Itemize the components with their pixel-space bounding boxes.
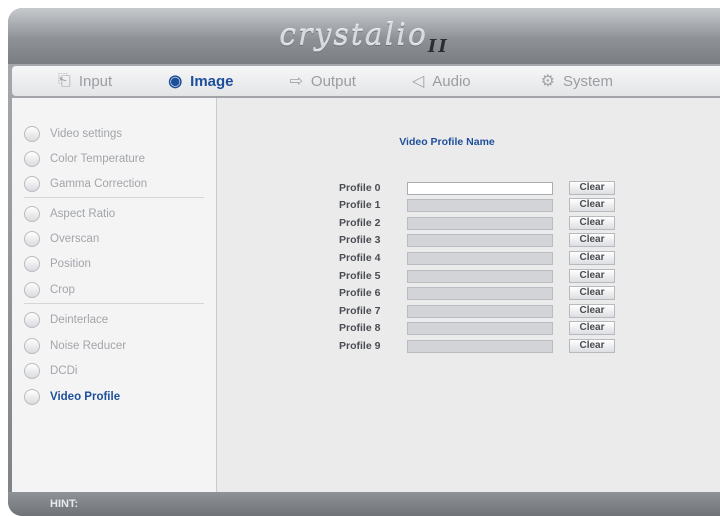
tab-audio-label: Audio (432, 72, 471, 90)
profile-row: Profile 0 Clear (339, 181, 615, 195)
profile-name-input[interactable] (407, 216, 553, 230)
sidebar-item-noise-reducer[interactable]: Noise Reducer (24, 338, 126, 354)
eye-icon: ◉ (168, 73, 183, 90)
sidebar-item-label: Position (50, 258, 91, 270)
sidebar-item-crop[interactable]: Crop (24, 282, 75, 298)
clear-button[interactable]: Clear (569, 181, 615, 195)
tab-input-label: Input (78, 72, 113, 90)
sidebar-item-label: Video settings (50, 128, 123, 140)
radio-icon (24, 256, 40, 272)
profile-label: Profile 5 (339, 270, 381, 282)
sidebar: Video settings Color Temperature Gamma C… (12, 98, 217, 492)
sidebar-divider (24, 303, 204, 304)
profile-label: Profile 4 (339, 252, 381, 264)
sidebar-item-gamma-correction[interactable]: Gamma Correction (24, 176, 147, 192)
sidebar-item-aspect-ratio[interactable]: Aspect Ratio (24, 206, 115, 222)
sidebar-divider (24, 197, 204, 198)
profile-label: Profile 9 (339, 340, 381, 352)
radio-icon (24, 176, 40, 192)
profile-label: Profile 1 (339, 199, 381, 211)
radio-icon (24, 151, 40, 167)
profile-label: Profile 3 (339, 234, 381, 246)
tab-image-label: Image (190, 72, 234, 90)
page-title: Video Profile Name (399, 136, 495, 148)
tab-output[interactable]: ⇨ Output (290, 71, 356, 91)
profile-row: Profile 4 Clear (339, 251, 615, 265)
main-content: Video Profile Name Profile 0 Clear Profi… (217, 98, 720, 492)
gear-icon: ⚙ (540, 73, 555, 90)
clear-button[interactable]: Clear (569, 269, 615, 283)
input-icon: ⎗ (58, 72, 71, 89)
profile-row: Profile 6 Clear (339, 286, 615, 300)
profile-row: Profile 2 Clear (339, 216, 615, 230)
speaker-icon: ◁ (411, 73, 425, 90)
tab-input[interactable]: ⎗ Input (58, 72, 112, 90)
profile-name-input[interactable] (407, 321, 553, 335)
profile-row: Profile 1 Clear (339, 198, 615, 212)
sidebar-item-overscan[interactable]: Overscan (24, 231, 99, 247)
radio-icon (24, 231, 40, 247)
profile-name-input[interactable] (407, 198, 553, 212)
radio-icon (24, 338, 40, 354)
clear-button[interactable]: Clear (569, 286, 615, 300)
tab-output-label: Output (310, 72, 356, 90)
profile-row: Profile 9 Clear (339, 339, 615, 353)
profile-row: Profile 5 Clear (339, 269, 615, 283)
sidebar-item-label: Color Temperature (50, 153, 146, 165)
brand-logo: crystalioII (279, 18, 449, 57)
profile-name-input[interactable] (407, 269, 553, 283)
sidebar-item-deinterlace[interactable]: Deinterlace (24, 312, 108, 328)
hint-bar: HINT: (8, 492, 720, 516)
sidebar-item-label: Deinterlace (50, 314, 109, 326)
profile-label: Profile 0 (339, 182, 381, 194)
profile-name-input[interactable] (407, 304, 553, 318)
profile-label: Profile 7 (339, 305, 381, 317)
tab-image[interactable]: ◉ Image (168, 71, 233, 91)
sidebar-item-label: Video Profile (50, 391, 121, 403)
radio-icon (24, 389, 40, 405)
clear-button[interactable]: Clear (569, 321, 615, 335)
profile-row: Profile 3 Clear (339, 233, 615, 247)
clear-button[interactable]: Clear (569, 339, 615, 353)
profile-label: Profile 6 (339, 287, 381, 299)
profile-name-input[interactable] (407, 233, 553, 247)
profile-row: Profile 7 Clear (339, 304, 615, 318)
profile-name-input[interactable] (407, 181, 553, 195)
main-tab-bar: ⎗ Input ◉ Image ⇨ Output ◁ Audio ⚙ Syste… (12, 66, 720, 96)
profile-name-input[interactable] (407, 339, 553, 353)
tab-audio[interactable]: ◁ Audio (412, 71, 471, 91)
sidebar-item-position[interactable]: Position (24, 256, 91, 272)
clear-button[interactable]: Clear (569, 216, 615, 230)
clear-button[interactable]: Clear (569, 304, 615, 318)
sidebar-item-video-settings[interactable]: Video settings (24, 126, 122, 142)
sidebar-item-video-profile[interactable]: Video Profile (24, 389, 120, 405)
radio-icon (24, 282, 40, 298)
radio-icon (24, 206, 40, 222)
radio-icon (24, 126, 40, 142)
sidebar-item-color-temperature[interactable]: Color Temperature (24, 151, 145, 167)
sidebar-item-dcdi[interactable]: DCDi (24, 363, 77, 379)
profile-name-input[interactable] (407, 286, 553, 300)
profile-label: Profile 2 (339, 217, 381, 229)
header-bar: crystalioII (8, 8, 720, 64)
sidebar-item-label: Aspect Ratio (50, 208, 116, 220)
clear-button[interactable]: Clear (569, 233, 615, 247)
hint-label: HINT: (50, 498, 79, 510)
radio-icon (24, 363, 40, 379)
sidebar-item-label: DCDi (50, 365, 78, 377)
sidebar-item-label: Noise Reducer (50, 340, 127, 352)
clear-button[interactable]: Clear (569, 251, 615, 265)
profile-row: Profile 8 Clear (339, 321, 615, 335)
tab-system-label: System (562, 72, 613, 90)
profile-label: Profile 8 (339, 322, 381, 334)
sidebar-item-label: Gamma Correction (50, 178, 148, 190)
output-icon: ⇨ (289, 73, 303, 90)
clear-button[interactable]: Clear (569, 198, 615, 212)
tab-system[interactable]: ⚙ System (541, 71, 613, 91)
sidebar-item-label: Overscan (50, 233, 100, 245)
profile-name-input[interactable] (407, 251, 553, 265)
radio-icon (24, 312, 40, 328)
sidebar-item-label: Crop (50, 284, 75, 296)
app-window: crystalioII ⎗ Input ◉ Image ⇨ Output ◁ A… (8, 8, 720, 516)
